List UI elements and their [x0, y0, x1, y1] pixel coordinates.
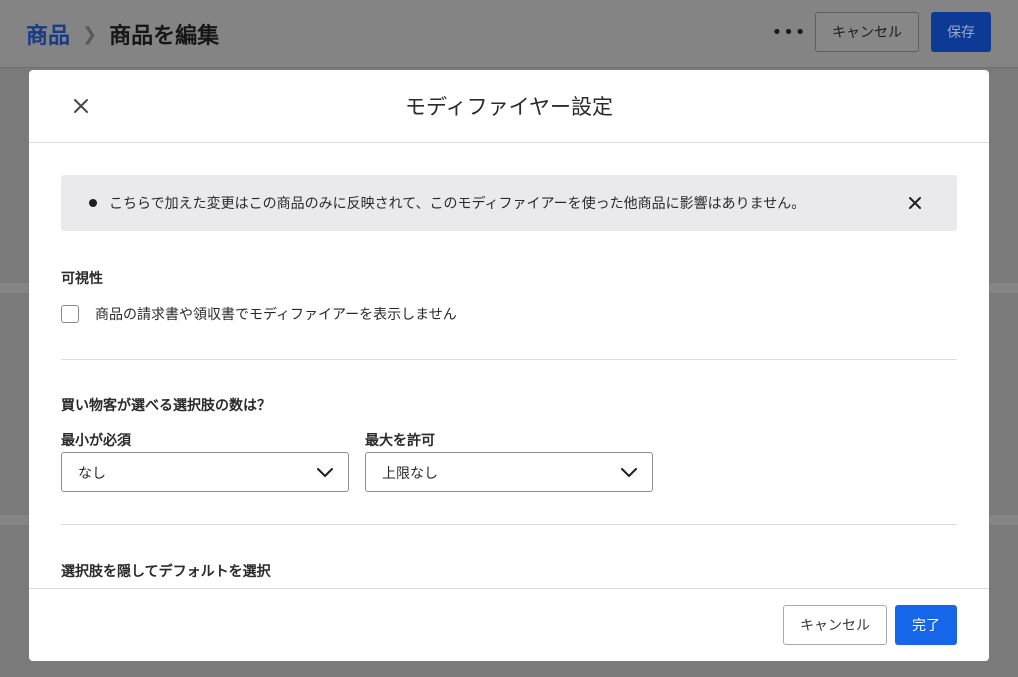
min-required-label: 最小が必須	[61, 433, 131, 449]
divider	[61, 359, 957, 360]
chevron-down-icon	[621, 468, 637, 477]
modal-title: モディファイヤー設定	[405, 95, 613, 119]
modifier-settings-modal: モディファイヤー設定 こちらで加えた変更はこの商品のみに反映されて、このモディフ…	[29, 70, 989, 661]
page-cancel-button[interactable]: キャンセル	[815, 12, 919, 52]
selection-limits: 最小が必須 なし 最大を許可 上限なし	[61, 430, 957, 492]
hide-default-label: 選択肢を隠してデフォルトを選択	[61, 564, 271, 580]
more-horizontal-icon[interactable]: •••	[772, 12, 806, 52]
page-title: 商品を編集	[109, 24, 220, 49]
checkbox-label[interactable]: 商品の請求書や領収書でモディファイアーを表示しません	[95, 304, 457, 324]
hide-on-receipts-checkbox[interactable]	[61, 305, 79, 323]
max-allowed-select[interactable]: 上限なし	[365, 452, 653, 492]
chevron-right-icon: ❯	[82, 23, 98, 45]
breadcrumb: 商品 ❯ 商品を編集	[26, 18, 219, 50]
hide-on-receipts-option[interactable]: 商品の請求書や領収書でモディファイアーを表示しません	[61, 304, 957, 324]
visibility-label: 可視性	[61, 271, 103, 287]
close-icon[interactable]	[907, 195, 923, 211]
page-actions: ••• キャンセル 保存	[772, 12, 991, 52]
chevron-down-icon	[317, 468, 333, 477]
selection-count-question: 買い物客が選べる選択肢の数は？	[61, 398, 271, 414]
min-required-select[interactable]: なし	[61, 452, 349, 492]
divider	[61, 524, 957, 525]
max-allowed-value: 上限なし	[382, 466, 438, 482]
modal-body[interactable]: こちらで加えた変更はこの商品のみに反映されて、このモディファイアーを使った他商品…	[29, 143, 989, 588]
breadcrumb-products-link[interactable]: 商品	[26, 18, 70, 50]
page-header: 商品 ❯ 商品を編集 ••• キャンセル 保存	[0, 0, 1018, 68]
bullet-icon	[89, 199, 97, 207]
modal-footer: キャンセル 完了	[29, 588, 989, 661]
page-save-button[interactable]: 保存	[931, 12, 991, 52]
min-required-group: 最小が必須 なし	[61, 430, 349, 492]
notice-text: こちらで加えた変更はこの商品のみに反映されて、このモディファイアーを使った他商品…	[109, 196, 806, 212]
min-required-value: なし	[78, 466, 106, 482]
cancel-button[interactable]: キャンセル	[783, 605, 887, 645]
max-allowed-group: 最大を許可 上限なし	[365, 430, 653, 492]
done-button[interactable]: 完了	[895, 605, 957, 645]
info-notice: こちらで加えた変更はこの商品のみに反映されて、このモディファイアーを使った他商品…	[61, 175, 957, 231]
max-allowed-label: 最大を許可	[365, 433, 435, 449]
modal-header: モディファイヤー設定	[29, 70, 989, 143]
